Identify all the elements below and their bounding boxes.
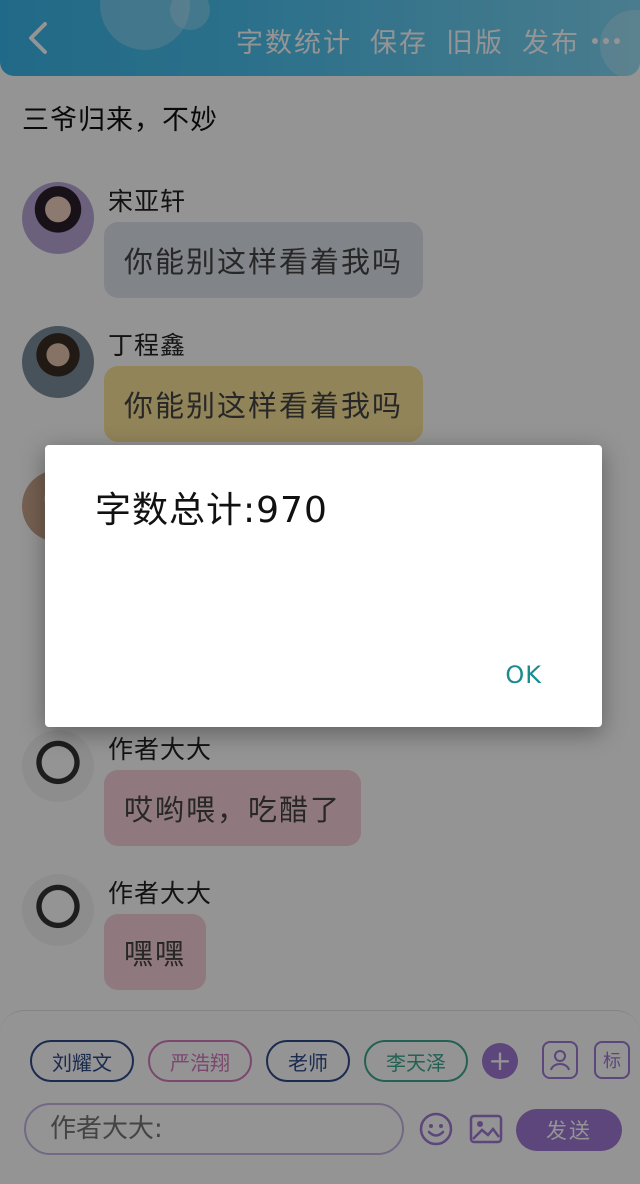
word-count-dialog: 字数总计:970 OK (45, 445, 602, 727)
dialog-message: 字数总计:970 (95, 490, 328, 531)
ok-button[interactable]: OK (505, 661, 542, 689)
